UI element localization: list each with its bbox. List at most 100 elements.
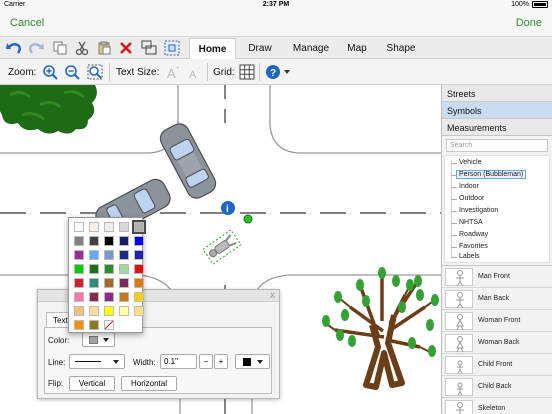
color-swatch[interactable] [89,320,99,330]
done-button[interactable]: Done [516,17,542,29]
zoom-out-icon[interactable] [63,63,81,81]
symbol-skeleton[interactable]: Skeleton [442,398,552,414]
tab-manage[interactable]: Manage [284,38,338,59]
grid-icon[interactable] [238,63,256,81]
color-swatch[interactable] [89,222,99,232]
delete-icon[interactable] [117,39,135,57]
width-input[interactable]: 0.1" [160,354,197,369]
info-marker[interactable]: i [221,201,235,215]
symbol-label: Child Back [478,383,512,390]
color-swatch[interactable] [134,264,144,274]
color-swatch[interactable] [89,236,99,246]
color-swatch[interactable] [74,320,84,330]
chevron-down-icon [256,359,263,364]
color-swatch[interactable] [119,236,129,246]
help-icon[interactable]: ? [265,63,293,81]
color-swatch[interactable] [104,236,114,246]
tree-item-person[interactable]: Person (Bubbleman) [456,170,527,179]
tab-measurements[interactable]: Measurements [442,119,552,136]
tree-item-nhtsa[interactable]: NHTSA [459,219,483,226]
cancel-button[interactable]: Cancel [10,17,44,29]
tree-bottom-right[interactable] [322,267,439,390]
color-swatch[interactable] [89,292,99,302]
symbol-child-front[interactable]: Child Front [442,354,552,376]
tab-map[interactable]: Map [340,38,374,59]
symbol-woman-back[interactable]: Woman Back [442,332,552,354]
color-swatch[interactable] [74,250,84,260]
tree-item-favorites[interactable]: Favorites [459,243,488,250]
width-decrease-button[interactable]: − [199,354,213,369]
zoom-fit-icon[interactable] [86,63,104,81]
tree-item-labels[interactable]: Labels [459,253,480,260]
flip-horizontal-button[interactable]: Horizontal [121,376,177,391]
color-swatch[interactable] [104,292,114,302]
width-increase-button[interactable]: + [214,354,228,369]
cut-icon[interactable] [73,39,91,57]
zoom-in-icon[interactable] [41,63,59,81]
selected-person-symbol[interactable] [202,229,242,265]
redo-icon[interactable] [27,39,45,57]
line-color-dropdown[interactable] [235,354,270,369]
select-all-icon[interactable] [163,39,181,57]
color-swatch[interactable] [89,278,99,288]
text-size-increase-icon[interactable]: A + [164,63,182,81]
paste-icon[interactable] [95,39,113,57]
color-dropdown[interactable] [82,332,115,347]
group-icon[interactable] [140,39,158,57]
no-color-swatch[interactable] [104,320,114,330]
symbol-woman-front[interactable]: Woman Front [442,310,552,332]
tab-shape[interactable]: Shape [380,38,422,59]
color-swatch[interactable] [132,220,146,234]
color-swatch[interactable] [134,250,144,260]
color-swatch[interactable] [74,278,84,288]
tree-item-vehicle[interactable]: Vehicle [459,159,482,166]
color-swatch[interactable] [74,236,84,246]
color-swatch[interactable] [134,278,144,288]
tree-item-outdoor[interactable]: Outdoor [459,195,484,202]
flip-vertical-button[interactable]: Vertical [69,376,115,391]
symbol-label: Skeleton [478,405,506,412]
tree-item-roadway[interactable]: Roadway [459,231,488,238]
tab-draw[interactable]: Draw [238,38,282,59]
color-swatch[interactable] [119,306,129,316]
color-swatch[interactable] [104,250,114,260]
color-swatch[interactable] [119,250,129,260]
tree-item-indoor[interactable]: Indoor [459,183,479,190]
tab-home[interactable]: Home [189,38,236,59]
close-icon[interactable]: x [270,290,275,301]
color-swatch[interactable] [89,250,99,260]
symbol-child-back[interactable]: Child Back [442,376,552,398]
color-swatch[interactable] [104,306,114,316]
symbol-man-back[interactable]: Man Back [442,288,552,310]
color-swatch[interactable] [89,264,99,274]
rotate-handle[interactable] [243,214,253,224]
road-edge [269,85,441,154]
color-swatch[interactable] [134,306,144,316]
color-swatch[interactable] [74,222,84,232]
tab-streets[interactable]: Streets [442,85,552,102]
color-swatch[interactable] [104,278,114,288]
color-swatch[interactable] [119,264,129,274]
line-style-dropdown[interactable] [69,354,125,369]
text-size-decrease-icon[interactable]: A − [185,63,203,81]
color-swatch[interactable] [104,264,114,274]
tree-top-left[interactable] [0,85,97,134]
color-swatch[interactable] [104,222,114,232]
color-swatch[interactable] [89,306,99,316]
tab-symbols[interactable]: Symbols [442,102,552,119]
color-swatch[interactable] [119,292,129,302]
undo-icon[interactable] [5,39,23,57]
copy-icon[interactable] [51,39,69,57]
color-swatch[interactable] [119,278,129,288]
symbol-label: Man Back [478,295,510,302]
symbol-search-input[interactable]: Search [446,139,548,152]
color-swatch[interactable] [74,292,84,302]
svg-text:A: A [167,66,176,80]
color-swatch[interactable] [134,292,144,302]
tree-item-investigation[interactable]: Investigation [459,207,498,214]
color-swatch[interactable] [74,264,84,274]
symbol-man-front[interactable]: Man Front [442,266,552,288]
color-swatch[interactable] [134,236,144,246]
color-swatch[interactable] [74,306,84,316]
color-swatch[interactable] [119,222,129,232]
